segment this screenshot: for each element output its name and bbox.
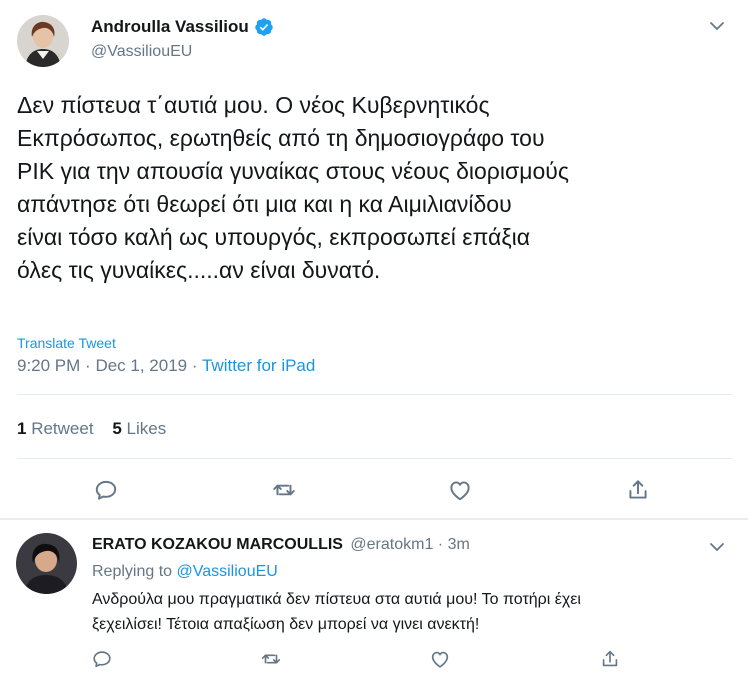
replying-to: Replying to @VassiliouEU [92, 563, 278, 581]
tweet-text-line: Δεν πίστευα τ΄αυτιά μου. Ο νέος Κυβερνητ… [17, 92, 490, 118]
tweet-text: Δεν πίστευα τ΄αυτιά μου. Ο νέος Κυβερνητ… [17, 89, 737, 287]
divider [17, 394, 732, 395]
tweet-source-link[interactable]: Twitter for iPad [202, 356, 315, 375]
author-name[interactable]: Androulla Vassiliou [91, 17, 249, 37]
translate-tweet-link[interactable]: Translate Tweet [17, 335, 116, 351]
tweet-date[interactable]: Dec 1, 2019 [95, 356, 187, 375]
reply-icon[interactable] [91, 648, 113, 670]
tweet-text-line: απάντησε ότι θεωρεί ότι μια και η κα Αιμ… [17, 191, 512, 217]
reply-author-avatar[interactable] [16, 533, 77, 594]
author-avatar[interactable] [17, 15, 69, 67]
heart-icon[interactable] [447, 477, 473, 503]
reply-time[interactable]: 3m [448, 536, 470, 553]
reply-icon[interactable] [93, 477, 119, 503]
share-icon[interactable] [599, 648, 621, 670]
tweet-text-line: είναι τόσο καλή ως υπουργός, εκπροσωπεί … [17, 224, 531, 250]
author-name-row: Androulla Vassiliou [91, 15, 274, 39]
retweet-label: Retweet [31, 419, 94, 438]
reply-author-handle[interactable]: @eratokm1 [350, 536, 433, 553]
reply-text-line: ξεχειλίσει! Τέτοια απαξίωση δεν μπορεί ν… [92, 616, 480, 633]
replying-prefix: Replying to [92, 563, 173, 580]
like-count: 5 [112, 419, 122, 438]
reply-header: ERATO KOZAKOU MARCOULLIS @eratokm1 · 3m [92, 536, 470, 554]
reply-text: Ανδρούλα μου πραγματικά δεν πίστευα στα … [92, 587, 581, 637]
tweet-text-line: Εκπρόσωπος, ερωτηθείς από τη δημοσιογράφ… [17, 125, 545, 151]
tweet-time[interactable]: 9:20 PM [17, 356, 80, 375]
section-divider [0, 518, 748, 520]
retweet-icon[interactable] [260, 648, 282, 670]
meta-separator: · [85, 356, 91, 375]
retweet-count: 1 [17, 419, 27, 438]
likes-stat[interactable]: 5 Likes [112, 419, 166, 438]
likes-label: Likes [126, 419, 167, 438]
retweets-stat[interactable]: 1 Retweet [17, 419, 94, 438]
author-handle[interactable]: @VassiliouEU [91, 43, 192, 61]
tweet-text-line: όλες τις γυναίκες.....αν είναι δυνατό. [17, 257, 381, 283]
chevron-down-icon[interactable] [708, 17, 726, 35]
heart-icon[interactable] [429, 648, 451, 670]
reply-text-line: Ανδρούλα μου πραγματικά δεν πίστευα στα … [92, 591, 581, 608]
reply-author-name[interactable]: ERATO KOZAKOU MARCOULLIS [92, 536, 343, 553]
chevron-down-icon[interactable] [708, 538, 726, 556]
tweet-timestamp: 9:20 PM · Dec 1, 2019 · Twitter for iPad [17, 356, 315, 376]
verified-badge-icon [254, 17, 274, 37]
share-icon[interactable] [625, 477, 651, 503]
replying-to-handle[interactable]: @VassiliouEU [177, 563, 278, 580]
retweet-icon[interactable] [271, 477, 297, 503]
meta-separator: · [191, 356, 198, 375]
divider [17, 458, 732, 459]
meta-separator: · [437, 536, 444, 553]
tweet-text-line: ΡΙΚ για την απουσία γυναίκας στους νέους… [17, 158, 569, 184]
tweet-stats: 1 Retweet 5 Likes [17, 419, 166, 439]
